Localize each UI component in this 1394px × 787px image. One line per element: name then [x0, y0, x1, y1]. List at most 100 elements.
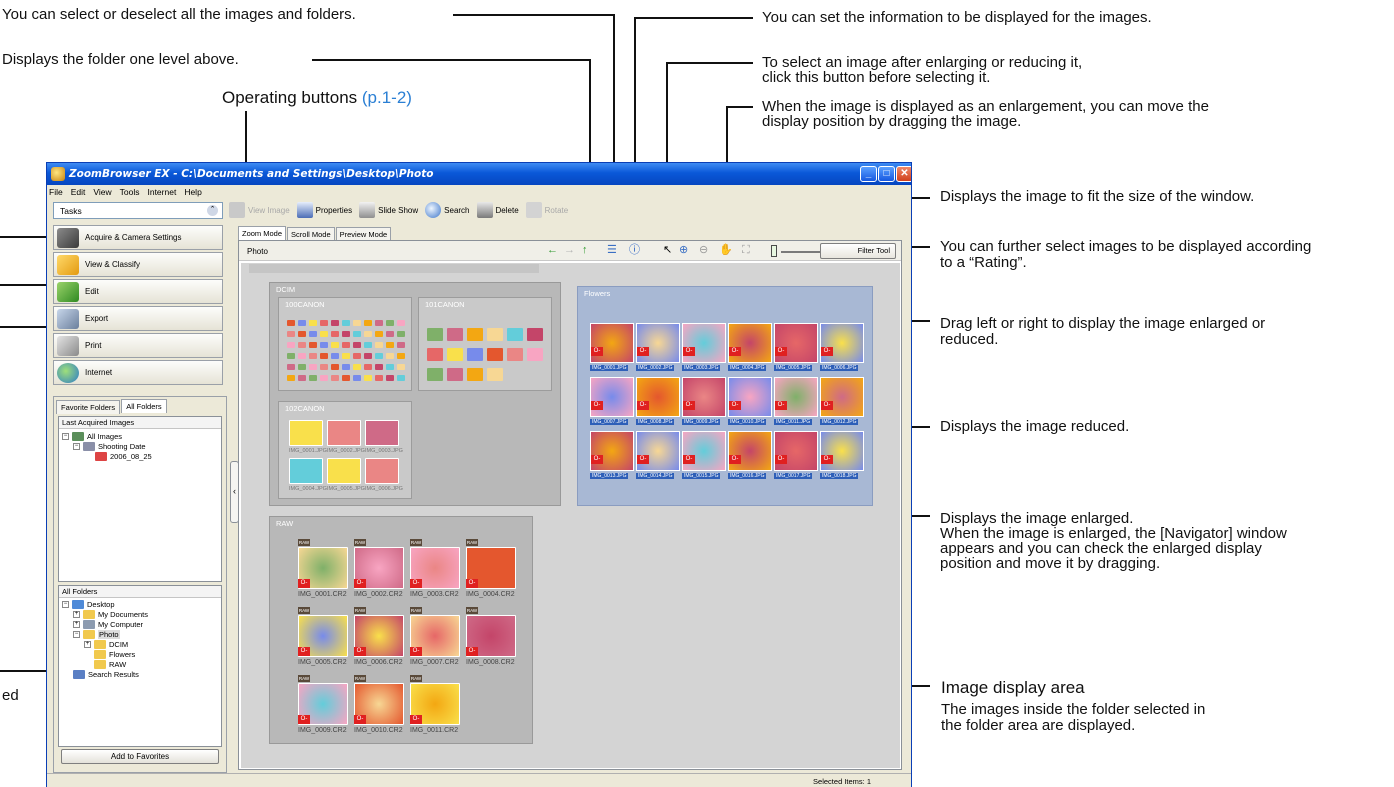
collapse-toggle-icon[interactable]: −: [73, 631, 80, 638]
image-thumbnail[interactable]: [427, 368, 443, 381]
fit-window-icon[interactable]: ⛶: [742, 243, 750, 258]
image-thumbnail[interactable]: [320, 320, 328, 326]
menu-internet[interactable]: Internet: [147, 187, 176, 197]
image-thumbnail[interactable]: [467, 348, 483, 361]
back-arrow-icon[interactable]: ←: [547, 243, 558, 258]
image-thumbnail[interactable]: [327, 420, 361, 446]
image-thumbnail[interactable]: [364, 331, 372, 337]
image-thumbnail[interactable]: [331, 353, 339, 359]
maximize-button[interactable]: □: [878, 166, 895, 182]
image-thumbnail[interactable]: [467, 328, 483, 341]
group-dcim[interactable]: DCIM 100CANON 101CANON 102CANON IMG_0001…: [269, 282, 561, 506]
image-thumbnail[interactable]: [331, 375, 339, 381]
image-thumbnail[interactable]: [287, 364, 295, 370]
image-thumbnail[interactable]: [386, 331, 394, 337]
image-thumbnail[interactable]: [298, 364, 306, 370]
image-thumbnail[interactable]: [397, 320, 405, 326]
tree-flowers[interactable]: Flowers: [94, 650, 135, 659]
task-edit-button[interactable]: Edit: [53, 279, 223, 304]
image-thumbnail[interactable]: [309, 342, 317, 348]
image-thumbnail[interactable]: [287, 353, 295, 359]
image-thumbnail[interactable]: [375, 331, 383, 337]
image-thumbnail[interactable]: [309, 320, 317, 326]
image-thumbnail[interactable]: [386, 364, 394, 370]
menu-help[interactable]: Help: [184, 187, 201, 197]
image-thumbnail[interactable]: [320, 353, 328, 359]
image-thumbnail[interactable]: [507, 348, 523, 361]
image-thumbnail[interactable]: [287, 320, 295, 326]
image-thumbnail[interactable]: [728, 323, 772, 363]
collapse-toggle-icon[interactable]: −: [62, 433, 69, 440]
image-thumbnail[interactable]: [342, 353, 350, 359]
image-thumbnail[interactable]: [331, 331, 339, 337]
image-thumbnail[interactable]: [774, 323, 818, 363]
image-thumbnail[interactable]: [309, 375, 317, 381]
image-thumbnail[interactable]: [365, 458, 399, 484]
tab-all-folders[interactable]: All Folders: [121, 399, 167, 413]
expand-toggle-icon[interactable]: +: [84, 641, 91, 648]
image-thumbnail[interactable]: [365, 420, 399, 446]
group-100canon[interactable]: 100CANON: [278, 297, 412, 391]
image-thumbnail[interactable]: [728, 377, 772, 417]
search-button[interactable]: Search: [425, 202, 470, 218]
view-image-button[interactable]: View Image: [229, 202, 290, 218]
image-thumbnail[interactable]: [309, 353, 317, 359]
image-thumbnail[interactable]: [774, 377, 818, 417]
tab-scroll-mode[interactable]: Scroll Mode: [287, 227, 335, 241]
image-thumbnail[interactable]: [820, 431, 864, 471]
task-acquire-button[interactable]: Acquire & Camera Settings: [53, 225, 223, 250]
image-thumbnail[interactable]: [527, 328, 543, 341]
image-thumbnail[interactable]: [636, 323, 680, 363]
image-thumbnail[interactable]: [287, 375, 295, 381]
select-pointer-icon[interactable]: ↖: [663, 243, 672, 258]
image-thumbnail[interactable]: [364, 353, 372, 359]
delete-button[interactable]: Delete: [476, 202, 519, 218]
tab-zoom-mode[interactable]: Zoom Mode: [238, 226, 287, 240]
image-thumbnail[interactable]: [298, 375, 306, 381]
tab-preview-mode[interactable]: Preview Mode: [335, 227, 392, 241]
image-thumbnail[interactable]: [364, 375, 372, 381]
tree-date-folder[interactable]: 2006_08_25: [95, 452, 152, 461]
image-thumbnail[interactable]: [364, 320, 372, 326]
image-thumbnail[interactable]: [397, 331, 405, 337]
image-thumbnail[interactable]: [397, 353, 405, 359]
task-print-button[interactable]: Print: [53, 333, 223, 358]
image-thumbnail[interactable]: [467, 368, 483, 381]
image-thumbnail[interactable]: [298, 331, 306, 337]
image-thumbnail[interactable]: [331, 364, 339, 370]
close-button[interactable]: ✕: [896, 166, 911, 182]
collapse-up-icon[interactable]: ⌃: [207, 205, 218, 216]
image-thumbnail[interactable]: [375, 364, 383, 370]
minimize-button[interactable]: _: [860, 166, 877, 182]
filter-tool-button[interactable]: Filter Tool: [820, 243, 896, 259]
tree-raw[interactable]: RAW: [94, 660, 126, 669]
tree-desktop[interactable]: − Desktop: [62, 600, 115, 609]
image-thumbnail[interactable]: [386, 353, 394, 359]
tasks-header[interactable]: Tasks ⌃: [53, 202, 223, 219]
menu-file[interactable]: File: [49, 187, 63, 197]
image-thumbnail[interactable]: [447, 348, 463, 361]
image-thumbnail[interactable]: [527, 348, 543, 361]
image-thumbnail[interactable]: [386, 342, 394, 348]
image-thumbnail[interactable]: [298, 353, 306, 359]
tree-dcim[interactable]: + DCIM: [84, 640, 128, 649]
image-thumbnail[interactable]: [353, 331, 361, 337]
menu-tools[interactable]: Tools: [120, 187, 140, 197]
image-thumbnail[interactable]: [327, 458, 361, 484]
tree-my-documents[interactable]: + My Documents: [73, 610, 148, 619]
image-thumbnail[interactable]: [320, 342, 328, 348]
collapse-toggle-icon[interactable]: −: [62, 601, 69, 608]
image-thumbnail[interactable]: [364, 364, 372, 370]
image-thumbnail[interactable]: [820, 323, 864, 363]
expand-toggle-icon[interactable]: +: [73, 621, 80, 628]
image-thumbnail[interactable]: [487, 368, 503, 381]
rotate-button[interactable]: Rotate: [525, 202, 568, 218]
image-thumbnail[interactable]: [353, 375, 361, 381]
image-thumbnail[interactable]: [774, 431, 818, 471]
image-thumbnail[interactable]: [487, 328, 503, 341]
image-thumbnail[interactable]: [320, 375, 328, 381]
tree-all-images[interactable]: − All Images: [62, 432, 122, 441]
group-101canon[interactable]: 101CANON: [418, 297, 552, 391]
image-thumbnail[interactable]: [320, 331, 328, 337]
image-thumbnail[interactable]: [682, 431, 726, 471]
